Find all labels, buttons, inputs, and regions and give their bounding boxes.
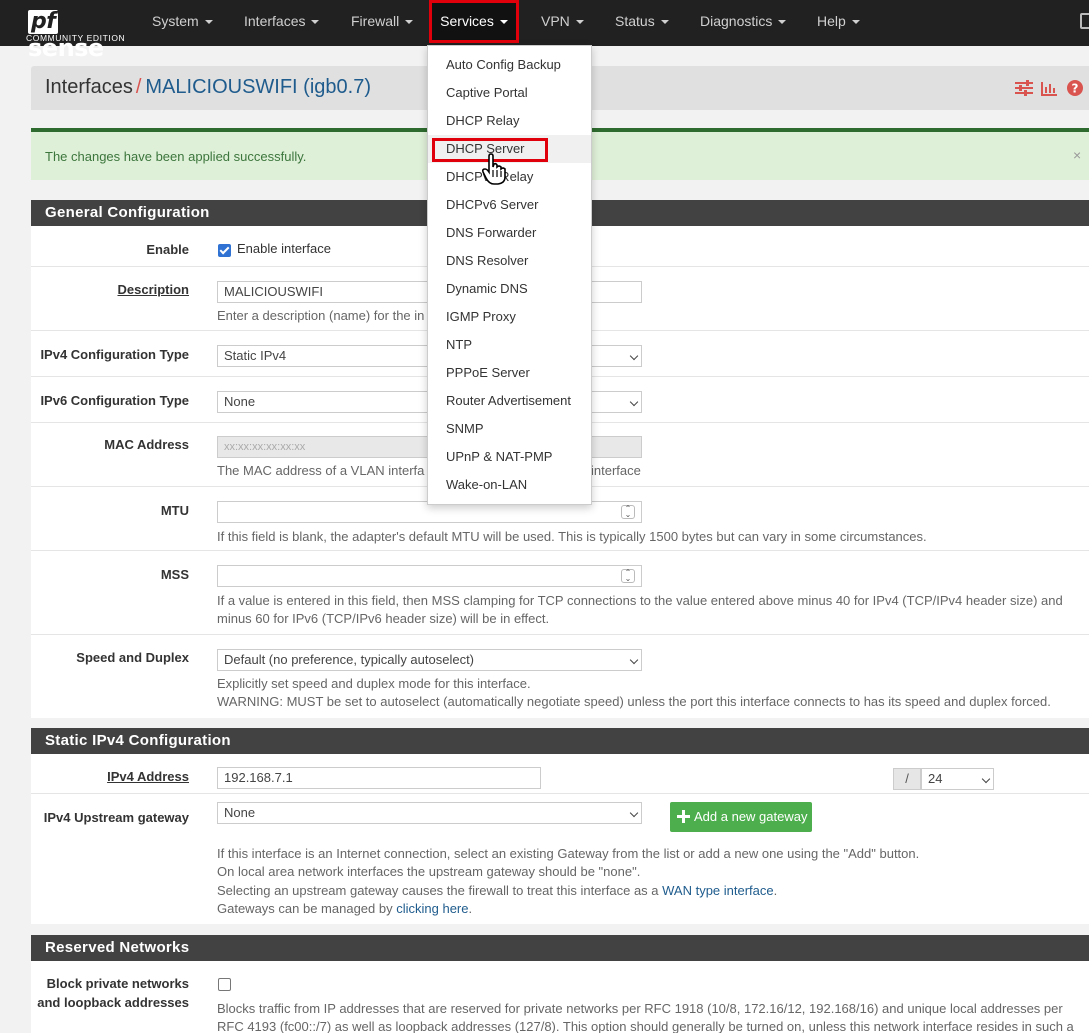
menu-item-dns-resolver[interactable]: DNS Resolver [428, 247, 591, 275]
menu-item-snmp[interactable]: SNMP [428, 415, 591, 443]
reserved-help-line-1: Blocks traffic from IP addresses that ar… [217, 1001, 1063, 1016]
static-ipv4-panel: IPv4 Address 192.168.7.1 / 24 IPv4 Upstr… [31, 754, 1089, 924]
clicking-here-link[interactable]: clicking here [396, 901, 468, 916]
enable-text: Enable interface [237, 241, 331, 256]
alert-message: The changes have been applied successful… [45, 149, 307, 164]
mac-label: MAC Address [104, 437, 189, 452]
mss-help-line-1: If a value is entered in this field, the… [217, 593, 1063, 608]
description-label: Description [117, 282, 189, 297]
nav-vpn[interactable]: VPN [541, 0, 584, 46]
chevron-down-icon [629, 351, 639, 361]
nav-interfaces[interactable]: Interfaces [244, 0, 320, 46]
description-help: Enter a description (name) for the in [217, 308, 425, 323]
block-private-checkbox[interactable] [218, 978, 231, 991]
menu-item-dynamic-dns[interactable]: Dynamic DNS [428, 275, 591, 303]
gateway-select[interactable]: None [217, 802, 642, 824]
enable-label: Enable [146, 242, 189, 257]
brand-edition: COMMUNITY EDITION [26, 33, 126, 43]
cidr-select[interactable]: 24 [921, 768, 994, 790]
plus-icon [677, 810, 690, 823]
menu-item-auto-config-backup[interactable]: Auto Config Backup [428, 51, 591, 79]
gateway-help-line-3: Selecting an upstream gateway causes the… [217, 883, 778, 898]
menu-item-ntp[interactable]: NTP [428, 331, 591, 359]
caret-down-icon [204, 20, 213, 25]
caret-down-icon [660, 20, 669, 25]
menu-item-dhcpv6-server[interactable]: DHCPv6 Server [428, 191, 591, 219]
menu-item-upnp-nat-pmp[interactable]: UPnP & NAT-PMP [428, 443, 591, 471]
nav-system[interactable]: System [152, 0, 213, 46]
menu-item-captive-portal[interactable]: Captive Portal [428, 79, 591, 107]
chevron-down-icon [629, 655, 639, 665]
hand-cursor-icon [481, 153, 506, 185]
breadcrumb-separator: / [135, 76, 142, 98]
static-ipv4-heading: Static IPv4 Configuration [31, 728, 1089, 754]
caret-down-icon [499, 20, 508, 25]
add-gateway-button[interactable]: Add a new gateway [670, 802, 812, 832]
speed-row: Speed and Duplex Default (no preference,… [31, 635, 1089, 718]
chevron-down-icon [629, 397, 639, 407]
bar-chart-icon[interactable] [1041, 80, 1057, 96]
nav-firewall[interactable]: Firewall [351, 0, 414, 46]
ipv4-address-row: IPv4 Address 192.168.7.1 / 24 [31, 754, 1089, 794]
mtu-label: MTU [160, 503, 189, 518]
speed-label: Speed and Duplex [76, 650, 189, 665]
caret-down-icon [778, 20, 787, 25]
mss-help-line-2: minus 60 for IPv6 (TCP/IPv6 header size)… [217, 611, 550, 626]
enable-checkbox[interactable] [218, 244, 231, 257]
chevron-down-icon [629, 808, 639, 818]
nav-diagnostics[interactable]: Diagnostics [700, 0, 787, 46]
menu-item-igmp-proxy[interactable]: IGMP Proxy [428, 303, 591, 331]
speed-help-line-2: WARNING: MUST be set to autoselect (auto… [217, 694, 1051, 709]
nav-status[interactable]: Status [615, 0, 669, 46]
caret-down-icon [851, 20, 860, 25]
speed-select[interactable]: Default (no preference, typically autose… [217, 649, 642, 671]
menu-item-pppoe-server[interactable]: PPPoE Server [428, 359, 591, 387]
nav-help[interactable]: Help [817, 0, 860, 46]
menu-item-dhcp-relay[interactable]: DHCP Relay [428, 107, 591, 135]
logout-icon[interactable] [1080, 13, 1089, 29]
mac-help-end: interface [591, 463, 641, 478]
wan-type-link[interactable]: WAN type interface [662, 883, 774, 898]
gateway-help-line-1: If this interface is an Internet connect… [217, 846, 920, 861]
reserved-networks-heading: Reserved Networks [31, 935, 1089, 961]
ipv4-address-label: IPv4 Address [107, 769, 189, 784]
ipv4-address-input[interactable]: 192.168.7.1 [217, 767, 541, 789]
ipv6-type-label: IPv6 Configuration Type [40, 393, 189, 408]
gateway-help-line-4: Gateways can be managed by clicking here… [217, 901, 473, 916]
help-icon[interactable]: ? [1067, 80, 1083, 96]
mtu-help: If this field is blank, the adapter's de… [217, 529, 927, 544]
chevron-down-icon [981, 774, 991, 784]
breadcrumb-interface[interactable]: MALICIOUSWIFI (igb0.7) [145, 76, 371, 98]
ipv4-type-label: IPv4 Configuration Type [40, 347, 189, 362]
caret-down-icon [405, 20, 414, 25]
mac-help: The MAC address of a VLAN interfa [217, 463, 425, 478]
breadcrumb: Interfaces / MALICIOUSWIFI (igb0.7) [45, 76, 371, 99]
services-dropdown-menu: Auto Config Backup Captive Portal DHCP R… [427, 45, 592, 505]
gateway-label: IPv4 Upstream gateway [43, 810, 189, 825]
caret-down-icon [575, 20, 584, 25]
spinner-icon[interactable]: ⌃ ⌄ [621, 505, 635, 519]
spinner-icon[interactable]: ⌃ ⌄ [621, 569, 635, 583]
menu-item-router-advertisement[interactable]: Router Advertisement [428, 387, 591, 415]
reserved-help-line-2: RFC 4193 (fc00::/7) as well as loopback … [217, 1019, 1074, 1033]
close-icon[interactable]: × [1073, 147, 1081, 163]
svg-text:?: ? [1072, 82, 1079, 96]
menu-item-dns-forwarder[interactable]: DNS Forwarder [428, 219, 591, 247]
menu-item-wake-on-lan[interactable]: Wake-on-LAN [428, 471, 591, 499]
mss-label: MSS [160, 567, 189, 582]
sliders-icon[interactable] [1015, 80, 1033, 96]
reserved-networks-panel: Block private networks and loopback addr… [31, 961, 1089, 1033]
top-navbar: pfsense COMMUNITY EDITION System Interfa… [0, 0, 1089, 63]
nav-services[interactable]: Services [429, 0, 519, 43]
mss-row: MSS ⌃ ⌄ If a value is entered in this fie… [31, 551, 1089, 635]
block-private-label: Block private networks and loopback addr… [37, 976, 189, 1010]
speed-help-line-1: Explicitly set speed and duplex mode for… [217, 676, 531, 691]
gateway-help-line-2: On local area network interfaces the ups… [217, 864, 641, 879]
breadcrumb-section[interactable]: Interfaces [45, 76, 133, 98]
pfsense-logo[interactable]: pfsense COMMUNITY EDITION [24, 4, 134, 63]
caret-down-icon [311, 20, 320, 25]
gateway-row: IPv4 Upstream gateway None Add a new gat… [31, 794, 1089, 924]
mss-input[interactable]: ⌃ ⌄ [217, 565, 642, 587]
cidr-slash: / [893, 768, 921, 790]
